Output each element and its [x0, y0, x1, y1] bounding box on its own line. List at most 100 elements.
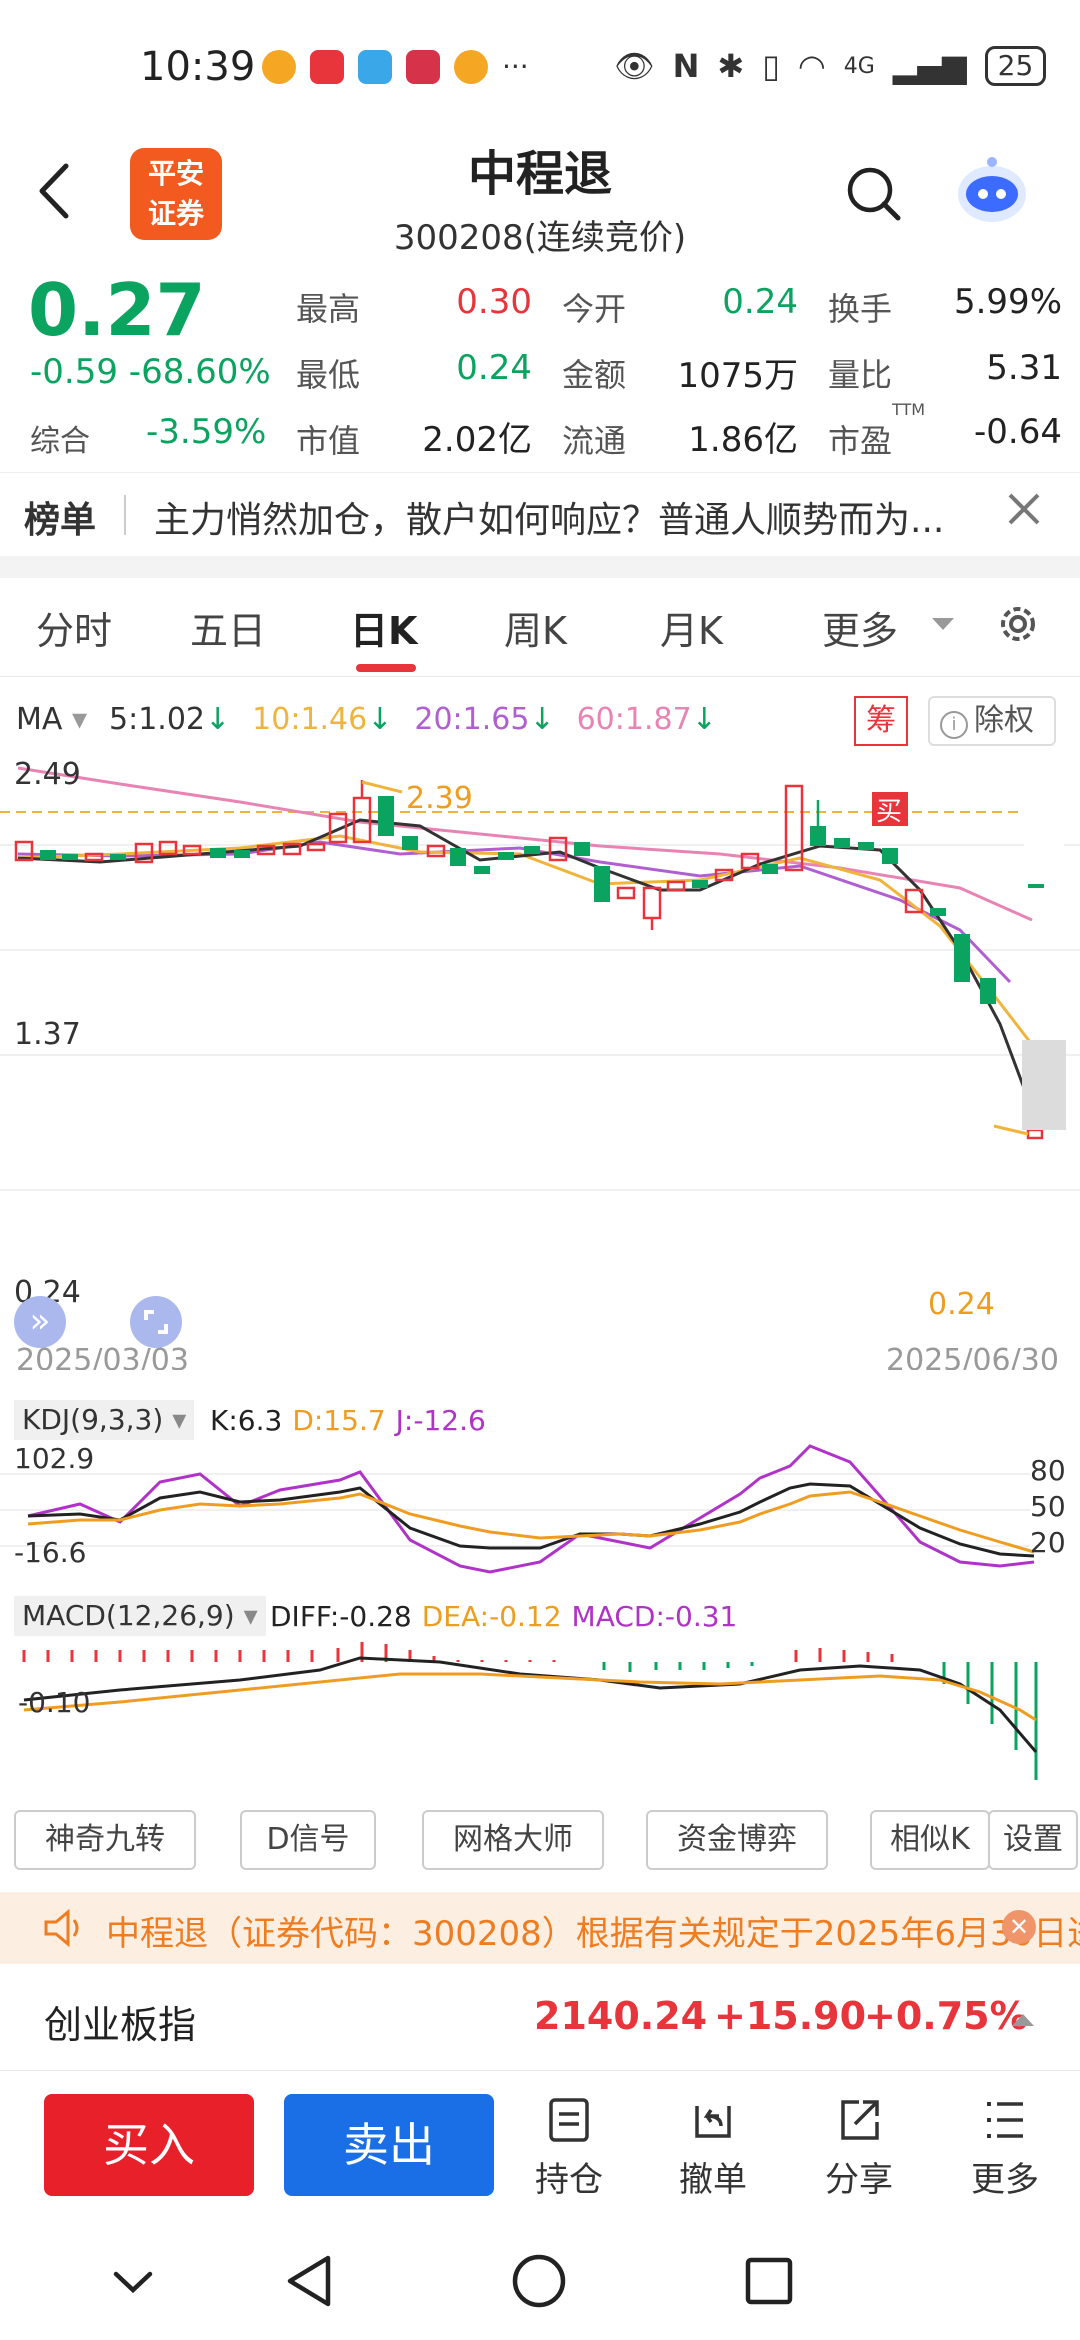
- expand-up-icon[interactable]: [1010, 2010, 1036, 2030]
- quote-label-pe: 市盈: [828, 422, 893, 460]
- nav-back-icon[interactable]: [282, 2252, 336, 2310]
- chart-scroll-thumb: [1022, 1040, 1066, 1130]
- more-label: 更多: [971, 2160, 1039, 2200]
- tool-magic-nine[interactable]: 神奇九转: [14, 1810, 196, 1870]
- tool-d-signal[interactable]: D信号: [240, 1810, 376, 1870]
- high-marker-arrow: [361, 780, 403, 794]
- price-change: -0.59 -68.60%: [30, 352, 271, 392]
- ma-label[interactable]: MA ▾: [16, 702, 87, 737]
- status-time: 10:39: [140, 44, 256, 90]
- macd-selector[interactable]: MACD(12,26,9) ▾: [14, 1596, 266, 1636]
- nav-home-icon[interactable]: [510, 2252, 568, 2310]
- quote-label-market-cap: 市值: [296, 422, 361, 460]
- chart-settings-button[interactable]: [994, 600, 1042, 652]
- system-navigation: [0, 2240, 1080, 2340]
- tab-five-day[interactable]: 五日: [190, 600, 266, 655]
- sell-button[interactable]: 卖出: [284, 2094, 494, 2196]
- huawei-icon: [406, 50, 440, 84]
- close-banner-button[interactable]: [1004, 489, 1044, 533]
- fullscreen-button[interactable]: [130, 1296, 182, 1348]
- fullscreen-icon: [144, 1310, 168, 1334]
- expand-left-button[interactable]: »: [14, 1296, 66, 1348]
- close-notice-button[interactable]: ✕: [1002, 1910, 1036, 1944]
- kdj-level-20: 20: [1030, 1526, 1066, 1559]
- share-icon: [841, 2100, 879, 2140]
- composite-value: -3.59%: [146, 412, 267, 452]
- buy-button[interactable]: 买入: [44, 2094, 254, 2196]
- quote-value-turnover: 5.99%: [953, 282, 1062, 322]
- robot-icon: [958, 157, 1026, 222]
- quote-value-pe: -0.64: [974, 412, 1062, 452]
- index-ticker[interactable]: 创业板指 2140.24 +15.90 +0.75%: [0, 1966, 1080, 2071]
- kdj-y-bottom: -16.6: [14, 1536, 86, 1569]
- bluetooth-icon: ✱: [717, 47, 745, 85]
- info-icon: i: [940, 711, 968, 739]
- eye-icon: 👁: [614, 47, 655, 85]
- kdj-k-value: K:6.3: [210, 1404, 283, 1437]
- news-banner[interactable]: 榜单 主力悄然加仓，散户如何响应？普通人顺势而为...: [0, 472, 1080, 557]
- ma20-value: 20:1.65↓: [414, 702, 555, 737]
- tool-settings[interactable]: 设置: [988, 1810, 1078, 1870]
- close-icon: [1008, 493, 1040, 525]
- buy-signal-label: 买: [876, 797, 902, 827]
- banner-tag: 榜单: [24, 500, 97, 541]
- wifi-icon: ◠: [797, 47, 826, 85]
- quote-value-volume-ratio: 5.31: [986, 348, 1062, 388]
- ma20-line: [17, 840, 1012, 984]
- index-change: +15.90: [714, 1994, 867, 2038]
- kdj-chart[interactable]: 102.9 -16.6 80 50 20: [0, 1444, 1080, 1594]
- ma-legend: MA ▾ 5:1.02↓ 10:1.46↓ 20:1.65↓ 60:1.87↓: [16, 702, 717, 737]
- nav-recents-icon[interactable]: [742, 2254, 796, 2308]
- weibo-icon: [454, 50, 488, 84]
- composite-label: 综合: [30, 424, 90, 459]
- delisting-notice[interactable]: 中程退（证券代码：300208）根据有关规定于2025年6月30日进入退市整理期…: [0, 1892, 1080, 1964]
- macd-dea-value: DEA:-0.12: [421, 1600, 562, 1633]
- tab-weekly-k[interactable]: 周K: [504, 600, 567, 655]
- battery-indicator: 25: [984, 46, 1047, 86]
- kline-chart[interactable]: 2.39 买 2.49 1.37 0.24 0.24 2025/03/03 20…: [0, 750, 1080, 1370]
- tab-more[interactable]: 更多: [822, 600, 898, 655]
- tab-monthly-k[interactable]: 月K: [660, 600, 723, 655]
- tab-timeshare[interactable]: 分时: [36, 600, 112, 655]
- network-type: 4G: [843, 53, 875, 79]
- page-title: 中程退: [467, 146, 612, 202]
- ma10-line: [17, 834, 1032, 1043]
- macd-values: DIFF:-0.28 DEA:-0.12 MACD:-0.31: [270, 1600, 737, 1633]
- robot-assistant-button[interactable]: [952, 150, 1032, 230]
- tool-similar-k[interactable]: 相似K: [870, 1810, 990, 1870]
- ma10-value: 10:1.46↓: [252, 702, 393, 737]
- ma5-line: [17, 818, 1038, 1121]
- nfc-icon: N: [672, 47, 700, 85]
- tool-grid-master[interactable]: 网格大师: [422, 1810, 604, 1870]
- signal-icon: ▂▄▆: [892, 47, 967, 85]
- status-more: ···: [502, 50, 529, 83]
- more-button[interactable]: 更多: [950, 2096, 1060, 2201]
- quote-value-float: 1.86亿: [688, 420, 798, 460]
- macd-dea-line: [23, 1672, 1037, 1722]
- holdings-button[interactable]: 持仓: [514, 2096, 624, 2201]
- chip-distribution-button[interactable]: 筹: [854, 696, 908, 746]
- kdj-values: K:6.3 D:15.7 J:-12.6: [210, 1404, 486, 1437]
- ma5-value: 5:1.02↓: [109, 702, 231, 737]
- browser-icon: [358, 50, 392, 84]
- macd-diff-line: [23, 1656, 1038, 1753]
- kdj-selector[interactable]: KDJ(9,3,3) ▾: [14, 1400, 195, 1440]
- cancel-order-button[interactable]: 撤单: [658, 2096, 768, 2201]
- holdings-label: 持仓: [535, 2160, 603, 2200]
- cancel-order-label: 撤单: [679, 2160, 747, 2200]
- quote-value-low: 0.24: [456, 348, 532, 388]
- quote-value-market-cap: 2.02亿: [422, 420, 532, 460]
- chevron-down-icon[interactable]: [108, 2262, 158, 2302]
- y-axis-mid: 1.37: [14, 1017, 81, 1052]
- macd-chart[interactable]: -0.10: [0, 1640, 1080, 1790]
- quote-label-turnover: 换手: [828, 290, 893, 328]
- ex-rights-button[interactable]: i 除权: [928, 696, 1056, 746]
- macd-diff-value: DIFF:-0.28: [270, 1600, 412, 1633]
- share-button[interactable]: 分享: [804, 2096, 914, 2201]
- tab-daily-k[interactable]: 日K: [350, 600, 417, 655]
- macd-hist-value: MACD:-0.31: [571, 1600, 738, 1633]
- search-button[interactable]: [844, 164, 904, 224]
- index-pct: +0.75%: [864, 1994, 1028, 2038]
- kdj-level-80: 80: [1030, 1454, 1066, 1487]
- tool-capital-game[interactable]: 资金博弈: [646, 1810, 828, 1870]
